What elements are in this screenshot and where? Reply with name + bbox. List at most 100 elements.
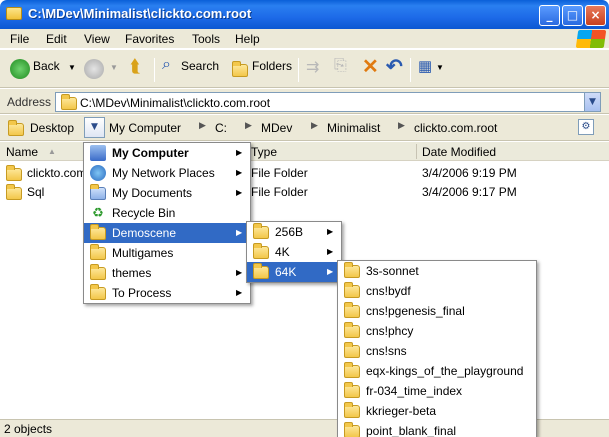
menu-favorites[interactable]: Favorites xyxy=(125,32,174,46)
menu-item-my-computer[interactable]: My Computer ▶ xyxy=(84,143,250,163)
menu-item-eqx-kings[interactable]: eqx-kings_of_the_playground xyxy=(338,361,536,381)
chevron-right-icon: ▶ xyxy=(398,121,405,131)
column-name[interactable]: Name xyxy=(6,145,38,159)
windows-logo-icon xyxy=(575,30,607,48)
move-to-icon[interactable]: ⇉ xyxy=(306,57,319,77)
file-name: clickto.com xyxy=(27,166,87,180)
menu-item-cns-sns[interactable]: cns!sns xyxy=(338,341,536,361)
title-bar[interactable]: C:\MDev\Minimalist\clickto.com.root _ □ … xyxy=(0,0,609,29)
folder-icon xyxy=(344,402,360,418)
up-folder-icon[interactable]: ⮬ xyxy=(130,56,141,77)
menu-tools[interactable]: Tools xyxy=(192,32,220,46)
menu-item-point-blank-final[interactable]: point_blank_final xyxy=(338,421,536,437)
menu-item-4k[interactable]: 4K ▶ xyxy=(247,242,341,262)
menu-item-3s-sonnet[interactable]: 3s-sonnet xyxy=(338,261,536,281)
menu-item-64k[interactable]: 64K ▶ xyxy=(247,262,341,282)
demoscene-submenu: 256B ▶ 4K ▶ 64K ▶ xyxy=(246,221,342,283)
submenu-arrow-icon: ▶ xyxy=(236,188,243,197)
properties-icon[interactable]: ⚙ xyxy=(578,119,594,135)
chevron-right-icon: ▶ xyxy=(199,121,206,131)
address-bar: Address C:\MDev\Minimalist\clickto.com.r… xyxy=(0,89,609,114)
forward-dropdown-icon[interactable]: ▼ xyxy=(110,63,118,72)
menu-edit[interactable]: Edit xyxy=(46,32,67,46)
menu-item-cns-phcy[interactable]: cns!phcy xyxy=(338,321,536,341)
breadcrumb-desktop[interactable]: Desktop xyxy=(30,121,74,135)
sort-ascending-icon: ▲ xyxy=(48,147,56,156)
toolbar-separator xyxy=(298,58,299,82)
submenu-arrow-icon: ▶ xyxy=(327,247,334,256)
chevron-right-icon: ▶ xyxy=(311,121,318,131)
documents-icon xyxy=(90,184,106,200)
menu-item-multigames[interactable]: Multigames xyxy=(84,243,250,263)
undo-icon[interactable]: ↶ xyxy=(386,54,403,79)
recycle-bin-icon: ♻ xyxy=(92,205,104,220)
menu-item-to-process[interactable]: To Process ▶ xyxy=(84,283,250,303)
maximize-button[interactable]: □ xyxy=(562,5,583,26)
column-date-modified[interactable]: Date Modified xyxy=(422,145,496,159)
file-name: Sql xyxy=(27,185,45,199)
search-button[interactable]: Search xyxy=(181,59,219,73)
menu-item-recycle-bin[interactable]: ♻ Recycle Bin xyxy=(84,203,250,223)
menu-item-themes[interactable]: themes ▶ xyxy=(84,263,250,283)
breadcrumb-mdev[interactable]: MDev xyxy=(261,121,292,135)
menu-help[interactable]: Help xyxy=(235,32,260,46)
menu-item-my-documents[interactable]: My Documents ▶ xyxy=(84,183,250,203)
submenu-arrow-icon: ▶ xyxy=(236,228,243,237)
breadcrumb-clickto[interactable]: clickto.com.root xyxy=(414,121,497,135)
folder-icon xyxy=(6,165,22,181)
desktop-folder-icon xyxy=(8,120,24,136)
breadcrumb-dropdown-button[interactable]: ▼ xyxy=(84,117,105,138)
network-icon xyxy=(90,165,106,181)
close-button[interactable]: × xyxy=(585,5,606,26)
folders-button[interactable]: Folders xyxy=(252,59,292,73)
views-icon[interactable]: ▦ xyxy=(418,57,432,75)
submenu-arrow-icon: ▶ xyxy=(236,148,243,157)
views-dropdown-icon[interactable]: ▼ xyxy=(436,63,444,72)
forward-arrow-icon[interactable] xyxy=(84,59,104,79)
menu-item-cns-bydf[interactable]: cns!bydf xyxy=(338,281,536,301)
menu-item-cns-pgenesis-final[interactable]: cns!pgenesis_final xyxy=(338,301,536,321)
folder-icon xyxy=(344,382,360,398)
menu-bar: File Edit View Favorites Tools Help xyxy=(0,29,609,49)
submenu-arrow-icon: ▶ xyxy=(236,168,243,177)
computer-icon xyxy=(90,145,106,161)
folder-icon xyxy=(344,282,360,298)
status-text: 2 objects xyxy=(4,422,53,436)
folder-icon xyxy=(253,243,269,259)
breadcrumb: Desktop ▼ My Computer ▶ C: ▶ MDev ▶ Mini… xyxy=(0,115,609,141)
column-divider[interactable] xyxy=(416,144,417,159)
file-date: 3/4/2006 9:19 PM xyxy=(422,166,517,180)
back-button[interactable]: Back xyxy=(33,59,60,73)
breadcrumb-minimalist[interactable]: Minimalist xyxy=(327,121,380,135)
breadcrumb-dropdown-menu: My Computer ▶ My Network Places ▶ My Doc… xyxy=(83,142,251,304)
copy-to-icon[interactable]: ⎘ xyxy=(334,57,347,75)
breadcrumb-c-drive[interactable]: C: xyxy=(215,121,227,135)
menu-item-fr-034[interactable]: fr-034_time_index xyxy=(338,381,536,401)
window-title: C:\MDev\Minimalist\clickto.com.root xyxy=(28,6,252,21)
submenu-arrow-icon: ▶ xyxy=(327,267,334,276)
menu-item-kkrieger-beta[interactable]: kkrieger-beta xyxy=(338,401,536,421)
delete-icon[interactable]: ✕ xyxy=(362,54,379,79)
search-icon[interactable]: ⌕ xyxy=(162,56,171,74)
back-arrow-icon[interactable] xyxy=(10,59,30,79)
folder-icon xyxy=(344,362,360,378)
64k-submenu: 3s-sonnet cns!bydf cns!pgenesis_final cn… xyxy=(337,260,537,437)
address-dropdown-icon[interactable]: ▼ xyxy=(584,93,600,111)
address-input[interactable]: C:\MDev\Minimalist\clickto.com.root ▼ xyxy=(55,92,601,112)
folder-icon xyxy=(253,223,269,239)
folder-icon xyxy=(6,7,22,20)
column-type[interactable]: Type xyxy=(251,145,277,159)
file-type: File Folder xyxy=(251,185,308,199)
folder-icon xyxy=(90,224,106,240)
menu-item-my-network-places[interactable]: My Network Places ▶ xyxy=(84,163,250,183)
menu-view[interactable]: View xyxy=(84,32,110,46)
back-dropdown-icon[interactable]: ▼ xyxy=(68,63,76,72)
folders-icon[interactable] xyxy=(232,61,248,77)
menu-file[interactable]: File xyxy=(10,32,29,46)
folder-icon xyxy=(344,342,360,358)
menu-item-demoscene[interactable]: Demoscene ▶ xyxy=(84,223,250,243)
menu-item-256b[interactable]: 256B ▶ xyxy=(247,222,341,242)
breadcrumb-my-computer[interactable]: My Computer xyxy=(109,121,181,135)
minimize-button[interactable]: _ xyxy=(539,5,560,26)
address-value[interactable]: C:\MDev\Minimalist\clickto.com.root xyxy=(80,96,270,110)
